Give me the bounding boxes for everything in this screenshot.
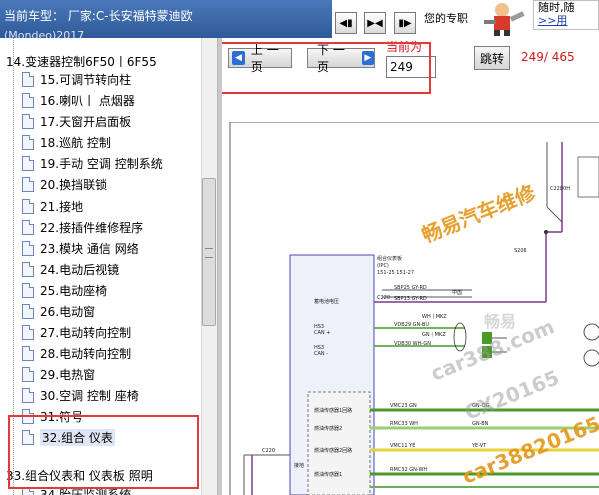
tree-item-label: 30.空调 控制 座椅 <box>40 389 139 403</box>
tree-item-23[interactable]: 23.模块 通信 网络 <box>22 238 139 259</box>
car-title-line2: (Mondeo)2017 <box>4 29 85 38</box>
document-icon <box>22 156 34 171</box>
tree-item-15[interactable]: 15.可调节转向柱 <box>22 69 131 90</box>
svg-text:C220: C220 <box>377 295 390 301</box>
document-icon <box>22 346 34 361</box>
ad-link[interactable]: >>用 <box>538 14 598 27</box>
svg-text:(IPC): (IPC) <box>377 263 389 269</box>
tree-item-24[interactable]: 24.电动后视镜 <box>22 259 119 280</box>
svg-text:蓄电池电压: 蓄电池电压 <box>314 298 339 305</box>
tree-item-26[interactable]: 26.电动窗 <box>22 301 95 322</box>
svg-text:燃油传感器2: 燃油传感器2 <box>314 425 342 432</box>
top-bar: 当前车型： 厂家:C-长安福特蒙迪欧 (Mondeo)2017 ◀▮ ▶◀ ▮▶… <box>0 0 599 38</box>
svg-text:SBP13 GY-RD: SBP13 GY-RD <box>394 296 427 302</box>
svg-text:SBP25 GY-RD: SBP25 GY-RD <box>394 285 427 291</box>
tree-item-29[interactable]: 29.电热窗 <box>22 364 95 385</box>
tree-item-label: 18.巡航 控制 <box>40 136 111 150</box>
tree-item-19[interactable]: 19.手动 空调 控制系统 <box>22 153 163 174</box>
svg-text:燃油传感器1回路: 燃油传感器1回路 <box>314 407 352 414</box>
tree-item-17[interactable]: 17.天窗开启面板 <box>22 111 131 132</box>
tree-item-16[interactable]: 16.喇叭丨 点烟器 <box>22 90 135 111</box>
tree-item-25[interactable]: 25.电动座椅 <box>22 280 107 301</box>
tree-item-label: 21.接地 <box>40 200 84 214</box>
document-icon <box>22 72 34 87</box>
svg-text:RMC33 WH: RMC33 WH <box>390 421 418 427</box>
tree-item-27[interactable]: 27.电动转向控制 <box>22 322 131 343</box>
tree-item-label: 22.接插件维修程序 <box>40 221 144 235</box>
tree-item-label: 14.变速器控制6F50丨6F55 <box>6 55 157 69</box>
jump-button[interactable]: 跳转 <box>474 46 510 70</box>
svg-text:VMC11 YE: VMC11 YE <box>390 443 415 449</box>
document-icon <box>22 283 34 298</box>
tree-item-label: 24.电动后视镜 <box>40 263 120 277</box>
document-icon <box>22 93 34 108</box>
svg-text:VDB29 GN-BU: VDB29 GN-BU <box>394 322 429 328</box>
main-pane: ◀ 上 一 页 下 一 页 ▶ 当前为 跳转 249/ 465 <box>222 38 599 495</box>
tree-item-label: 26.电动窗 <box>40 305 96 319</box>
tree-item-22[interactable]: 22.接插件维修程序 <box>22 217 143 238</box>
svg-text:RMC32 GN-WH: RMC32 GN-WH <box>390 467 427 473</box>
tree-item-label: 23.模块 通信 网络 <box>40 242 139 256</box>
tree-item-label: 25.电动座椅 <box>40 284 108 298</box>
sidebar-tree: 14.变速器控制6F50丨6F55 15.可调节转向柱 16.喇叭丨 点烟器 1… <box>0 38 218 495</box>
svg-text:燃油传感器1: 燃油传感器1 <box>314 471 342 478</box>
svg-text:WH丨MKZ: WH丨MKZ <box>422 314 447 320</box>
svg-text:CAN +: CAN + <box>314 330 330 336</box>
document-icon <box>22 325 34 340</box>
next-page-icon[interactable]: ▮▶ <box>394 12 416 34</box>
document-icon <box>22 220 34 235</box>
promo-text: 您的专职 <box>424 12 468 25</box>
highlight-box-nav <box>222 42 431 94</box>
svg-text:GN丨MKZ: GN丨MKZ <box>422 332 446 338</box>
mascot-icon <box>480 0 532 36</box>
highlight-box-tree <box>8 415 199 489</box>
tree-item-label: 28.电动转向控制 <box>40 347 132 361</box>
svg-text:组合仪表板: 组合仪表板 <box>377 255 402 262</box>
tree-item-label: 19.手动 空调 控制系统 <box>40 157 163 171</box>
ad-box[interactable]: 随时,随 >>用 <box>533 0 599 30</box>
tree-item-label: 20.换挡联锁 <box>40 178 108 192</box>
document-icon <box>22 114 34 129</box>
svg-text:VDB30 WH-GN: VDB30 WH-GN <box>394 341 431 347</box>
watermark-small: 畅易 <box>484 312 517 331</box>
tree-item-30[interactable]: 30.空调 控制 座椅 <box>22 385 139 406</box>
tree-item-label: 27.电动转向控制 <box>40 326 132 340</box>
tree-item-21[interactable]: 21.接地 <box>22 196 83 217</box>
ad-line1: 随时,随 <box>538 1 575 14</box>
svg-text:VMC23 GN: VMC23 GN <box>390 403 417 409</box>
document-icon <box>22 367 34 382</box>
svg-text:CAN -: CAN - <box>314 351 328 357</box>
document-icon <box>22 199 34 214</box>
app-window: 当前车型： 厂家:C-长安福特蒙迪欧 (Mondeo)2017 ◀▮ ▶◀ ▮▶… <box>0 0 599 495</box>
svg-text:C220: C220 <box>262 448 275 454</box>
svg-text:C2280H: C2280H <box>550 186 570 192</box>
tree-item-label: 17.天窗开启面板 <box>40 115 132 129</box>
tree-item-20[interactable]: 20.换挡联锁 <box>22 174 107 195</box>
tree-item-label: 29.电热窗 <box>40 368 96 382</box>
svg-text:YE-VT: YE-VT <box>471 443 487 449</box>
document-icon <box>22 241 34 256</box>
svg-text:接地: 接地 <box>294 462 304 469</box>
fit-page-icon[interactable]: ▶◀ <box>364 12 386 34</box>
tree-item-label: 16.喇叭丨 点烟器 <box>40 94 135 108</box>
document-icon <box>22 388 34 403</box>
scroll-grip-icon <box>205 248 213 258</box>
page-count: 249/ 465 <box>521 50 575 64</box>
document-icon <box>22 304 34 319</box>
document-icon <box>22 135 34 150</box>
svg-text:S206: S206 <box>514 248 527 254</box>
document-icon <box>22 177 34 192</box>
svg-text:中国: 中国 <box>452 289 462 296</box>
svg-text:151-25 151-27: 151-25 151-27 <box>377 270 414 276</box>
tree-item-18[interactable]: 18.巡航 控制 <box>22 132 111 153</box>
svg-text:燃油传感器2回路: 燃油传感器2回路 <box>314 447 352 454</box>
car-title-line1: 当前车型： 厂家:C-长安福特蒙迪欧 <box>4 9 193 23</box>
document-icon <box>22 262 34 277</box>
tree-item-28[interactable]: 28.电动转向控制 <box>22 343 131 364</box>
current-car-title: 当前车型： 厂家:C-长安福特蒙迪欧 (Mondeo)2017 <box>0 0 332 38</box>
tree-item-label: 15.可调节转向柱 <box>40 73 132 87</box>
prev-page-icon[interactable]: ◀▮ <box>335 12 357 34</box>
